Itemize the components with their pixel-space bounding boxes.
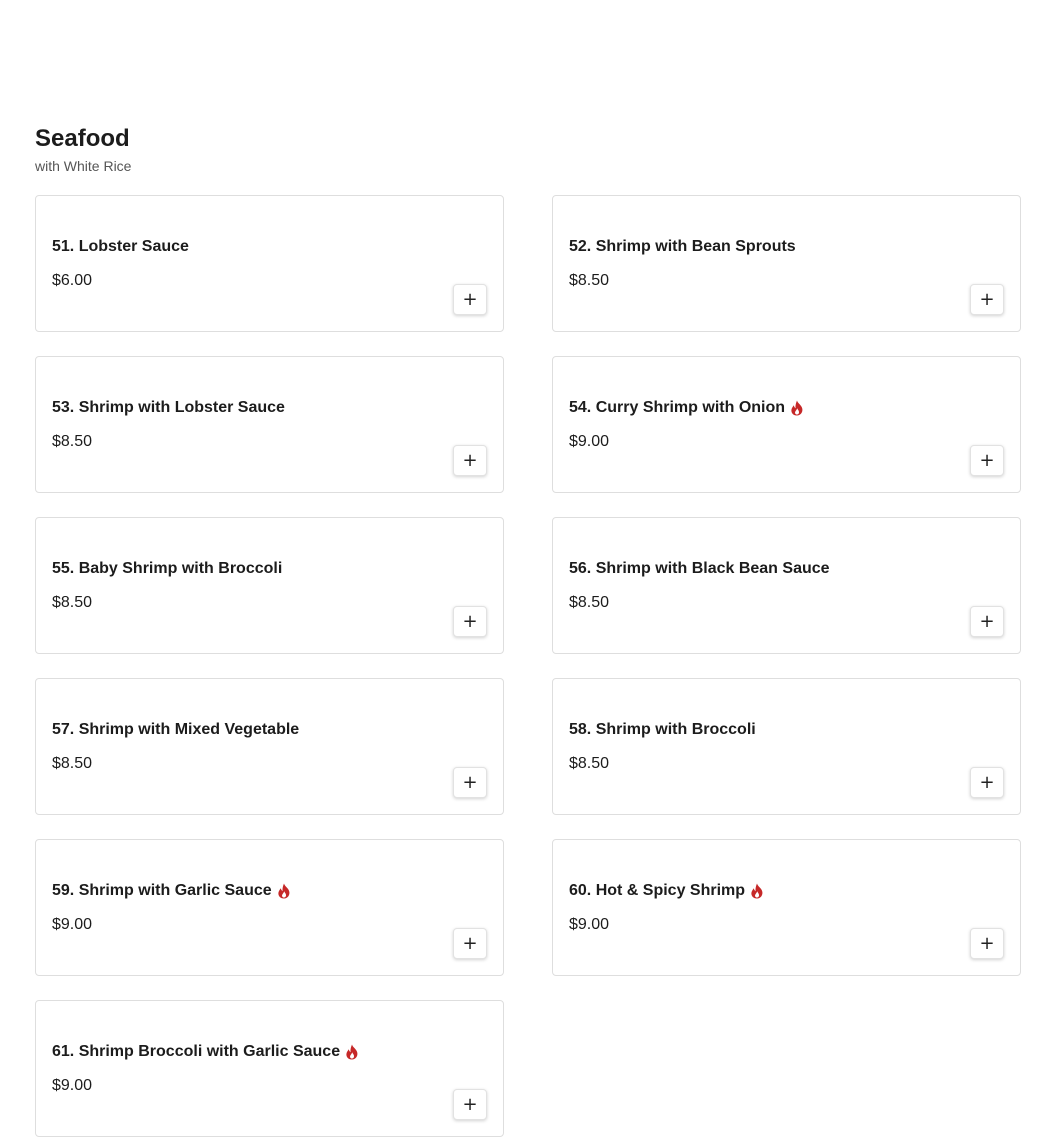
menu-item-card[interactable]: 57. Shrimp with Mixed Vegetable $8.50 +	[35, 678, 504, 815]
menu-item-name: 52. Shrimp with Bean Sprouts	[569, 238, 796, 255]
menu-item-card[interactable]: 59. Shrimp with Garlic Sauce $9.00 +	[35, 839, 504, 976]
section-subtitle: with White Rice	[35, 158, 132, 174]
section-title: Seafood	[35, 125, 130, 152]
menu-item-price: $8.50	[569, 272, 610, 289]
menu-item-price: $9.00	[52, 1077, 93, 1094]
menu-item-price: $8.50	[569, 755, 610, 772]
plus-icon: +	[462, 1093, 478, 1115]
menu-item-price: $8.50	[52, 433, 93, 450]
menu-item-card[interactable]: 54. Curry Shrimp with Onion $9.00 +	[552, 356, 1021, 493]
menu-item-name: 60. Hot & Spicy Shrimp	[569, 882, 746, 899]
spicy-flame-icon	[790, 400, 804, 416]
menu-item-name: 55. Baby Shrimp with Broccoli	[52, 560, 283, 577]
menu-item-card[interactable]: 55. Baby Shrimp with Broccoli $8.50 +	[35, 517, 504, 654]
plus-icon: +	[462, 610, 478, 632]
menu-item-price: $6.00	[52, 272, 93, 289]
add-to-cart-button[interactable]: +	[970, 445, 1004, 476]
plus-icon: +	[979, 610, 995, 632]
menu-item-price: $9.00	[569, 916, 610, 933]
plus-icon: +	[462, 288, 478, 310]
add-to-cart-button[interactable]: +	[453, 284, 487, 315]
spicy-flame-icon	[277, 883, 291, 899]
add-to-cart-button[interactable]: +	[453, 928, 487, 959]
plus-icon: +	[979, 449, 995, 471]
add-to-cart-button[interactable]: +	[970, 928, 1004, 959]
menu-item-card[interactable]: 53. Shrimp with Lobster Sauce $8.50 +	[35, 356, 504, 493]
menu-item-name: 54. Curry Shrimp with Onion	[569, 399, 786, 416]
spicy-flame-icon	[750, 883, 764, 899]
spicy-flame-icon	[345, 1044, 359, 1060]
add-to-cart-button[interactable]: +	[453, 767, 487, 798]
add-to-cart-button[interactable]: +	[453, 606, 487, 637]
menu-item-grid: 51. Lobster Sauce $6.00 + 52. Shrimp wit…	[35, 195, 1021, 1137]
add-to-cart-button[interactable]: +	[970, 606, 1004, 637]
add-to-cart-button[interactable]: +	[453, 1089, 487, 1120]
menu-item-name: 59. Shrimp with Garlic Sauce	[52, 882, 272, 899]
plus-icon: +	[462, 449, 478, 471]
menu-item-price: $8.50	[52, 755, 93, 772]
menu-section-seafood: Seafood with White Rice 51. Lobster Sauc…	[35, 122, 1021, 1137]
menu-item-price: $8.50	[52, 594, 93, 611]
menu-item-name: 61. Shrimp Broccoli with Garlic Sauce	[52, 1043, 341, 1060]
plus-icon: +	[979, 932, 995, 954]
plus-icon: +	[462, 771, 478, 793]
menu-item-name: 58. Shrimp with Broccoli	[569, 721, 756, 738]
menu-item-card[interactable]: 61. Shrimp Broccoli with Garlic Sauce $9…	[35, 1000, 504, 1137]
plus-icon: +	[462, 932, 478, 954]
menu-item-price: $9.00	[52, 916, 93, 933]
menu-item-card[interactable]: 56. Shrimp with Black Bean Sauce $8.50 +	[552, 517, 1021, 654]
menu-item-name: 53. Shrimp with Lobster Sauce	[52, 399, 285, 416]
menu-item-card[interactable]: 60. Hot & Spicy Shrimp $9.00 +	[552, 839, 1021, 976]
plus-icon: +	[979, 288, 995, 310]
menu-item-card[interactable]: 58. Shrimp with Broccoli $8.50 +	[552, 678, 1021, 815]
menu-item-name: 57. Shrimp with Mixed Vegetable	[52, 721, 300, 738]
menu-item-name: 56. Shrimp with Black Bean Sauce	[569, 560, 830, 577]
plus-icon: +	[979, 771, 995, 793]
add-to-cart-button[interactable]: +	[970, 284, 1004, 315]
menu-item-card[interactable]: 52. Shrimp with Bean Sprouts $8.50 +	[552, 195, 1021, 332]
menu-item-card[interactable]: 51. Lobster Sauce $6.00 +	[35, 195, 504, 332]
menu-item-price: $9.00	[569, 433, 610, 450]
menu-item-name: 51. Lobster Sauce	[52, 238, 189, 255]
add-to-cart-button[interactable]: +	[453, 445, 487, 476]
add-to-cart-button[interactable]: +	[970, 767, 1004, 798]
menu-item-price: $8.50	[569, 594, 610, 611]
